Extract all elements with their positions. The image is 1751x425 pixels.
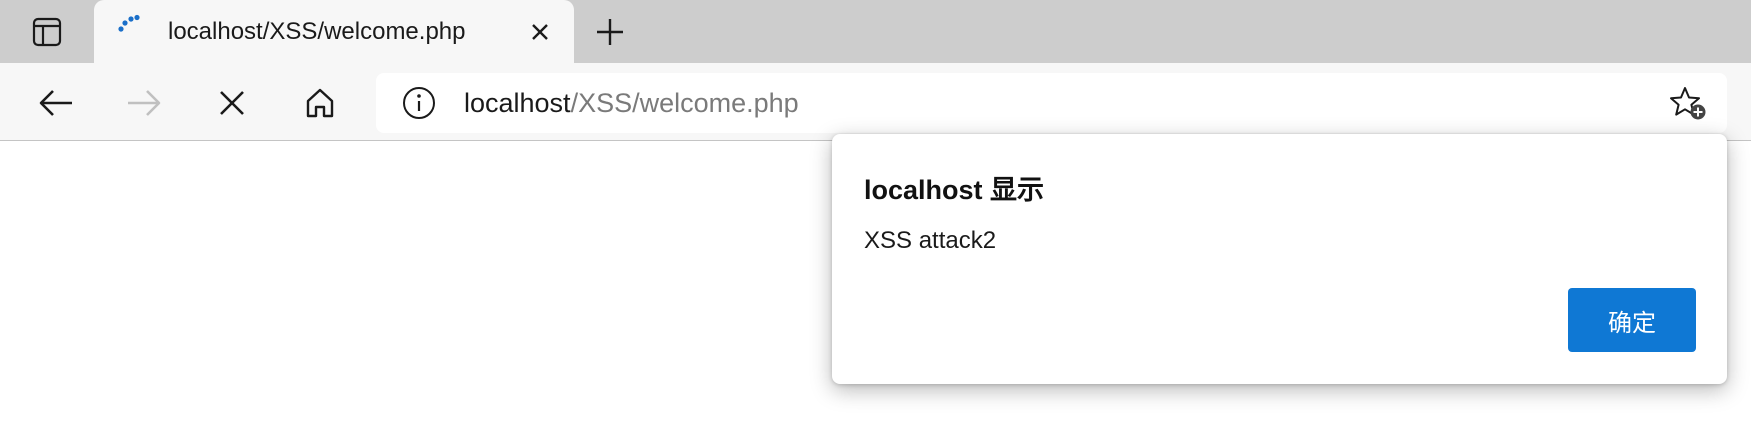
back-button[interactable] <box>34 81 78 125</box>
tab-title: localhost/XSS/welcome.php <box>168 18 466 45</box>
tab-strip: localhost/XSS/welcome.php <box>0 0 1751 63</box>
stop-icon <box>220 91 244 115</box>
home-icon <box>306 88 334 118</box>
url-host: localhost <box>464 88 571 118</box>
dialog-message: XSS attack2 <box>864 227 997 254</box>
url-text[interactable]: localhost/XSS/welcome.php <box>464 88 799 119</box>
ok-button[interactable]: 确定 <box>1568 288 1696 352</box>
active-tab[interactable]: localhost/XSS/welcome.php <box>94 0 574 63</box>
tab-actions-menu[interactable] <box>0 0 94 63</box>
address-bar[interactable]: localhost/XSS/welcome.php <box>376 73 1727 133</box>
navigation-toolbar: localhost/XSS/welcome.php <box>0 63 1751 141</box>
url-path: /XSS/welcome.php <box>570 88 799 118</box>
back-arrow-icon <box>39 90 72 116</box>
alert-dialog: localhost 显示 XSS attack2 确定 <box>832 134 1727 384</box>
home-button[interactable] <box>298 81 342 125</box>
add-favorite-button[interactable] <box>1666 83 1710 123</box>
info-icon[interactable] <box>402 86 436 120</box>
add-favorite-icon <box>1670 87 1706 120</box>
tab-close-button[interactable] <box>524 16 556 48</box>
dialog-title: localhost 显示 <box>864 175 1045 205</box>
loading-spinner-icon <box>118 14 140 32</box>
close-icon <box>532 24 548 40</box>
stop-loading-button[interactable] <box>210 81 254 125</box>
forward-arrow-icon <box>128 90 161 116</box>
forward-button[interactable] <box>122 81 166 125</box>
new-tab-button[interactable] <box>588 12 632 52</box>
plus-icon <box>597 19 623 45</box>
tab-actions-button[interactable] <box>27 12 67 52</box>
tab-actions-icon <box>32 17 62 46</box>
